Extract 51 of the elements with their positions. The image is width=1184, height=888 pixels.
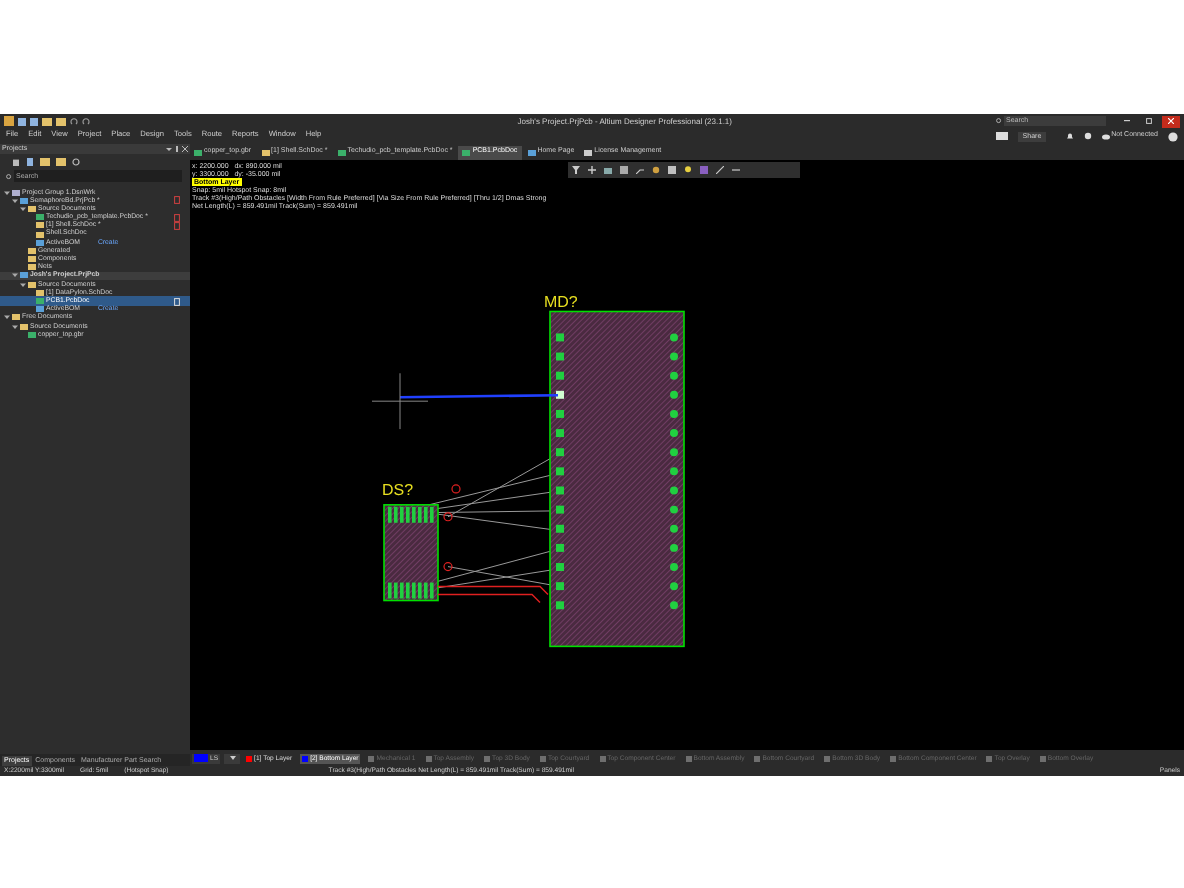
close-button[interactable] [1162, 115, 1180, 127]
add-icon[interactable] [588, 166, 596, 174]
layer-set-swatch [194, 754, 208, 762]
trash-icon[interactable] [12, 158, 20, 166]
save-icon[interactable] [18, 117, 26, 125]
redo-icon[interactable] [82, 117, 90, 125]
close-icon [1168, 118, 1174, 124]
folder-icon [28, 281, 36, 288]
via-icon[interactable] [652, 166, 660, 174]
search-icon [996, 118, 1002, 124]
project-icon [20, 197, 28, 204]
search-icon [6, 173, 12, 179]
pcb-document-icon [462, 149, 471, 155]
route-icon[interactable] [636, 166, 644, 174]
top-layer-traces[interactable] [437, 585, 549, 604]
bom-document-icon [36, 306, 44, 313]
minimize-icon [1124, 120, 1130, 122]
workspace-icon [12, 189, 20, 196]
bottom-layer-track[interactable] [400, 393, 558, 399]
project-icon [20, 272, 28, 279]
component-footprint-drawing[interactable] [549, 310, 685, 648]
maximize-button[interactable] [1140, 115, 1158, 127]
pcb-document-icon [36, 214, 44, 221]
via-markers[interactable] [443, 484, 461, 572]
undo-icon[interactable] [70, 117, 78, 125]
settings-icon[interactable] [72, 158, 80, 166]
home-icon [527, 149, 536, 155]
close-icon[interactable] [182, 146, 188, 152]
pcb-document-icon [36, 298, 44, 305]
user-icon[interactable] [1168, 131, 1178, 141]
cloud-icon [1101, 133, 1110, 139]
maximize-icon [1146, 118, 1152, 124]
crosshair-cursor [371, 372, 429, 430]
gerber-document-icon [28, 331, 36, 338]
document-icon[interactable] [26, 158, 34, 166]
line-icon[interactable] [716, 166, 724, 174]
component-footprint-drawing[interactable] [383, 504, 439, 602]
settings-icon[interactable] [1083, 132, 1092, 140]
bom-document-icon [36, 239, 44, 246]
folder-icon [28, 205, 36, 212]
bell-icon[interactable] [1065, 132, 1074, 140]
save-all-icon[interactable] [30, 117, 38, 125]
app-logo-icon [4, 116, 14, 126]
gerber-document-icon [194, 149, 202, 155]
layer-dropdown-button[interactable] [224, 753, 241, 763]
minimize-button[interactable] [1118, 115, 1136, 127]
screen-icon[interactable] [996, 132, 1009, 140]
pcb-document-icon [337, 149, 346, 155]
schematic-document-icon [36, 289, 44, 296]
schematic-document-icon [261, 149, 270, 155]
filter-icon[interactable] [572, 166, 580, 174]
